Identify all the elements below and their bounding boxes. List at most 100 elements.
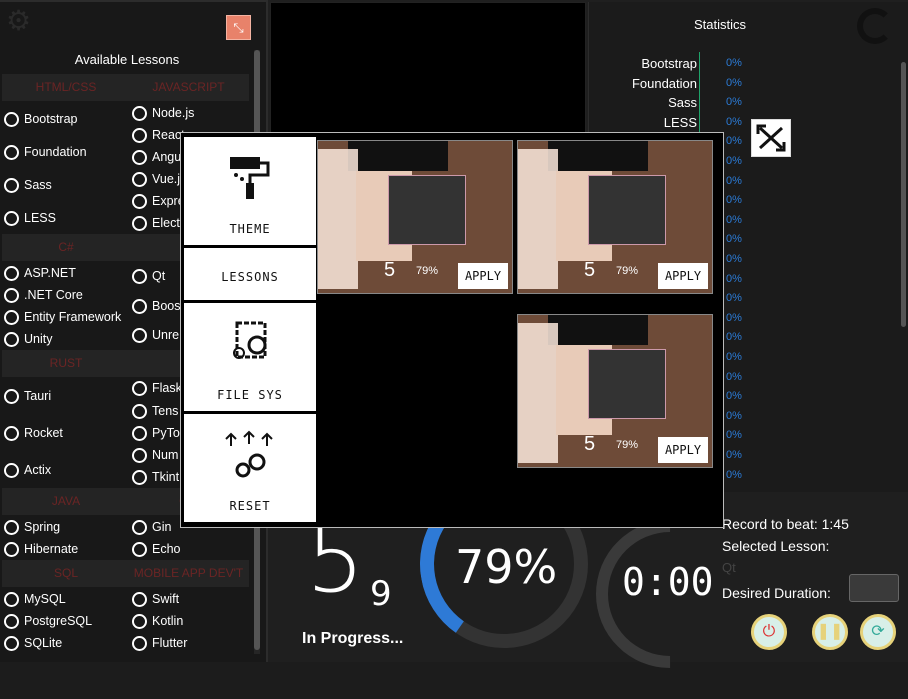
stat-percent: 0% [726,468,742,481]
apply-button[interactable]: APPLY [458,263,508,289]
lesson-sub-count: 9 [370,574,392,614]
statistics-scrollbar[interactable] [901,62,906,327]
option-tkinter[interactable]: Tkint [132,469,179,485]
stat-row: Foundation 0% [589,76,789,96]
option-swift[interactable]: Swift [132,591,179,607]
duration-input[interactable] [849,574,899,602]
close-icon[interactable] [751,119,791,157]
statistics-title: Statistics [693,17,746,32]
preview-area [270,2,586,134]
loading-ring-icon [857,8,893,44]
stat-percent: 0% [726,96,742,109]
collapse-button[interactable]: ⤡ [226,15,251,40]
timer-value: 0:00 [622,560,714,604]
menu-reset[interactable]: RESET [184,414,316,522]
option-sqlite[interactable]: SQLite [4,635,62,651]
option-hibernate[interactable]: Hibernate [4,541,78,557]
option-netcore[interactable]: .NET Core [4,287,83,303]
option-aspnet[interactable]: ASP.NET [4,265,76,281]
option-express[interactable]: Expre [132,193,185,209]
app-window: ⚙ ⤡ Available Lessons HTML/CSS JAVASCRIP… [0,0,908,699]
option-tensorflow[interactable]: Tens [132,403,178,419]
apply-button[interactable]: APPLY [658,437,708,463]
menu-file-sys[interactable]: FILE SYS [184,303,316,411]
option-electron[interactable]: Elect [132,215,180,231]
stat-percent: 0% [726,213,742,226]
stat-percent: 0% [726,253,742,265]
option-less[interactable]: LESS [4,210,56,226]
category-rust[interactable]: RUST [2,350,130,377]
pause-button[interactable]: ❚❚ [812,614,848,650]
stat-name: Bootstrap [641,56,697,71]
option-numpy[interactable]: Num [132,447,178,463]
category-java[interactable]: JAVA [2,488,130,515]
apply-button[interactable]: APPLY [658,263,708,289]
category-mobile[interactable]: MOBILE APP DEV'T [128,560,249,587]
category-javascript[interactable]: JAVASCRIPT [128,74,249,101]
duration-label: Desired Duration: [722,585,831,601]
category-sql[interactable]: SQL [2,560,130,587]
option-kotlin[interactable]: Kotlin [132,613,183,629]
option-foundation[interactable]: Foundation [4,144,87,160]
option-mysql[interactable]: MySQL [4,591,66,607]
menu-lessons[interactable]: LESSONS [184,248,316,300]
thumb-count: 5 [384,259,396,281]
stat-name: LESS [663,114,697,130]
option-vue[interactable]: Vue.j [132,171,180,187]
option-rocket[interactable]: Rocket [4,425,63,441]
option-boost[interactable]: Boos [132,298,181,314]
option-pytorch[interactable]: PyTo [132,425,180,441]
thumb-count: 5 [584,433,596,455]
power-button[interactable]: ⏻ [751,614,787,650]
option-echo[interactable]: Echo [132,541,181,557]
thumb-percent: 79% [616,439,639,451]
stat-percent: 0% [726,174,742,187]
theme-dialog: THEME LESSONS FILE SYS RESET 5 79% APPLY… [180,132,724,528]
option-tauri[interactable]: Tauri [4,388,51,404]
stat-percent: 0% [726,351,742,363]
thumb-count: 5 [584,259,596,281]
theme-thumbnail-1[interactable]: 5 79% APPLY [317,140,513,294]
reset-gears-icon [184,430,316,489]
option-unreal[interactable]: Unre [132,327,179,343]
gear-icon[interactable]: ⚙ [6,6,36,36]
option-bootstrap[interactable]: Bootstrap [4,111,78,127]
category-html-css[interactable]: HTML/CSS [2,74,130,101]
stat-percent: 0% [726,449,742,461]
option-unity[interactable]: Unity [4,331,52,347]
option-react[interactable]: React [132,127,185,143]
option-flask[interactable]: Flask [132,380,182,396]
option-angular[interactable]: Angu [132,149,181,165]
option-actix[interactable]: Actix [4,462,51,478]
stat-percent: 0% [726,115,742,128]
file-settings-icon [184,319,316,374]
menu-file-sys-label: FILE SYS [217,388,283,402]
option-sass[interactable]: Sass [4,177,52,193]
menu-lessons-label: LESSONS [221,270,279,284]
thumb-percent: 79% [616,265,639,277]
option-entity-framework[interactable]: Entity Framework [4,309,121,325]
theme-thumbnail-3[interactable]: 5 79% APPLY [517,314,713,468]
stat-percent: 0% [726,272,742,285]
theme-thumbnail-2[interactable]: 5 79% APPLY [517,140,713,294]
thumb-percent: 79% [416,265,439,277]
option-gin[interactable]: Gin [132,519,171,535]
category-csharp[interactable]: C# [2,234,130,261]
stat-name: Foundation [631,75,697,91]
stat-percent: 0% [726,194,742,207]
stat-row: Bootstrap 0% [589,56,789,76]
option-postgresql[interactable]: PostgreSQL [4,613,92,629]
stat-percent: 0% [726,331,742,344]
stat-percent: 0% [726,409,742,422]
option-spring[interactable]: Spring [4,519,60,535]
menu-theme[interactable]: THEME [184,137,316,245]
stat-percent: 0% [726,311,742,324]
stat-percent: 0% [726,233,742,246]
menu-theme-label: THEME [229,222,271,236]
lessons-title: Available Lessons [74,52,180,67]
option-flutter[interactable]: Flutter [132,635,187,651]
option-qt[interactable]: Qt [132,268,165,284]
refresh-button[interactable]: ⟳ [860,614,896,650]
stat-percent: 0% [726,135,742,148]
option-nodejs[interactable]: Node.js [132,105,194,121]
